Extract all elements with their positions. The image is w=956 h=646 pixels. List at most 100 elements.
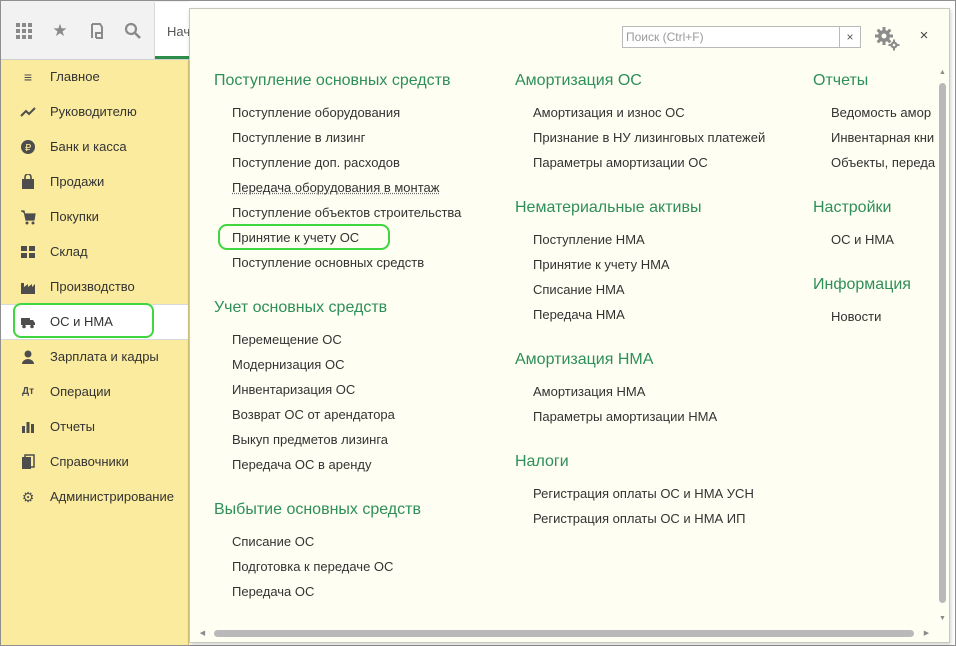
link-payment-registration-ip[interactable]: Регистрация оплаты ОС и НМА ИП	[533, 511, 746, 526]
vertical-scrollbar[interactable]: ▲ ▼	[938, 67, 947, 627]
link-construction-receipt[interactable]: Поступление объектов строительства	[232, 205, 461, 220]
books-icon	[20, 454, 36, 470]
link-equipment-receipt[interactable]: Поступление оборудования	[232, 105, 400, 120]
link-leasing-buyout[interactable]: Выкуп предметов лизинга	[232, 432, 388, 447]
sidebar-item-label: Отчеты	[50, 419, 95, 434]
section-title-os-receipt: Поступление основных средств	[214, 72, 451, 89]
sidebar-item-warehouse[interactable]: Склад	[1, 235, 188, 269]
sidebar-item-label: Производство	[50, 279, 135, 294]
search-input[interactable]	[623, 27, 836, 47]
link-additional-expenses[interactable]: Поступление доп. расходов	[232, 155, 400, 170]
link-news[interactable]: Новости	[831, 309, 881, 324]
sidebar-item-label: Склад	[50, 244, 88, 259]
link-os-modernization[interactable]: Модернизация ОС	[232, 357, 344, 372]
section-menu-panel: × × Поступление основных средств Поступл…	[189, 8, 950, 643]
apps-grid-icon[interactable]	[14, 21, 34, 41]
section-title-os-depreciation: Амортизация ОС	[515, 72, 642, 89]
settings-gear-icon[interactable]	[873, 25, 901, 51]
sidebar-item-label: Зарплата и кадры	[50, 349, 159, 364]
link-nma-transfer[interactable]: Передача НМА	[533, 307, 625, 322]
section-title-taxes: Налоги	[515, 453, 569, 470]
person-icon	[20, 349, 36, 365]
section-title-intangibles: Нематериальные активы	[515, 199, 702, 216]
trend-icon	[20, 104, 36, 120]
link-nma-depreciation[interactable]: Амортизация НМА	[533, 384, 645, 399]
sidebar-item-label: Главное	[50, 69, 100, 84]
search-icon[interactable]	[123, 21, 143, 41]
link-os-receipt[interactable]: Поступление основных средств	[232, 255, 424, 270]
shopping-cart-icon	[20, 209, 36, 225]
tab-home[interactable]: Нача	[154, 2, 197, 59]
favorites-star-icon[interactable]: ★	[50, 21, 70, 41]
sidebar-item-production[interactable]: Производство	[1, 270, 188, 304]
warehouse-icon	[20, 244, 36, 260]
sidebar-item-references[interactable]: Справочники	[1, 445, 188, 479]
section-title-nma-depreciation: Амортизация НМА	[515, 351, 654, 368]
sidebar-item-purchases[interactable]: Покупки	[1, 200, 188, 234]
highlight-os-acceptance	[218, 224, 390, 250]
link-payment-registration-usn[interactable]: Регистрация оплаты ОС и НМА УСН	[533, 486, 754, 501]
factory-icon	[20, 279, 36, 295]
horizontal-scrollbar-thumb[interactable]	[214, 630, 914, 637]
link-depreciation-statement[interactable]: Ведомость амор	[831, 105, 931, 120]
sidebar-item-label: Руководителю	[50, 104, 137, 119]
sidebar-item-label: Продажи	[50, 174, 105, 189]
sidebar-item-salary[interactable]: Зарплата и кадры	[1, 340, 188, 374]
history-icon[interactable]	[87, 21, 107, 41]
sidebar-item-label: Администрирование	[50, 489, 174, 504]
link-os-inventory[interactable]: Инвентаризация ОС	[232, 382, 355, 397]
sidebar-item-label: Покупки	[50, 209, 99, 224]
link-os-transfer[interactable]: Перемещение ОС	[232, 332, 342, 347]
sidebar-item-sales[interactable]: Продажи	[1, 165, 188, 199]
link-leasing-receipt[interactable]: Поступление в лизинг	[232, 130, 365, 145]
sidebar-item-reports[interactable]: Отчеты	[1, 410, 188, 444]
close-icon[interactable]: ×	[916, 28, 932, 44]
link-os-nma-settings[interactable]: ОС и НМА	[831, 232, 894, 247]
link-leasing-payments-recognition[interactable]: Признание в НУ лизинговых платежей	[533, 130, 765, 145]
sidebar-item-label: Операции	[50, 384, 111, 399]
debit-credit-icon: Дт	[21, 386, 35, 397]
ruble-coin-icon: ₽	[20, 139, 36, 155]
sidebar-item-main[interactable]: ≡ Главное	[1, 60, 188, 94]
scroll-left-arrow-icon[interactable]: ◀	[198, 629, 207, 638]
link-nma-writeoff[interactable]: Списание НМА	[533, 282, 625, 297]
section-title-os-accounting: Учет основных средств	[214, 299, 388, 316]
link-nma-acceptance[interactable]: Принятие к учету НМА	[533, 257, 670, 272]
sidebar-item-director[interactable]: Руководителю	[1, 95, 188, 129]
link-os-writeoff[interactable]: Списание ОС	[232, 534, 314, 549]
search-clear-button[interactable]: ×	[839, 26, 861, 48]
scroll-right-arrow-icon[interactable]: ▶	[922, 629, 931, 638]
section-title-information: Информация	[813, 276, 911, 293]
link-equipment-mounting[interactable]: Передача оборудования в монтаж	[232, 180, 439, 195]
sidebar-item-bank[interactable]: ₽ Банк и касса	[1, 130, 188, 164]
sidebar: ≡ Главное Руководителю ₽ Банк и касса Пр…	[1, 60, 189, 645]
link-os-return-lessee[interactable]: Возврат ОС от арендатора	[232, 407, 395, 422]
sidebar-item-operations[interactable]: Дт Операции	[1, 375, 188, 409]
column-3-clip: Отчеты Ведомость амор Инвентарная кни Об…	[810, 64, 936, 364]
section-title-os-disposal: Выбытие основных средств	[214, 501, 421, 518]
link-os-depreciation-wear[interactable]: Амортизация и износ ОС	[533, 105, 685, 120]
scroll-down-arrow-icon[interactable]: ▼	[938, 615, 947, 623]
svg-text:₽: ₽	[25, 143, 32, 154]
sidebar-item-administration[interactable]: ⚙ Администрирование	[1, 480, 188, 514]
link-os-depreciation-params[interactable]: Параметры амортизации ОС	[533, 155, 708, 170]
shopping-bag-icon	[20, 173, 36, 190]
link-os-prepare-transfer[interactable]: Подготовка к передаче ОС	[232, 559, 393, 574]
link-nma-receipt[interactable]: Поступление НМА	[533, 232, 645, 247]
scroll-up-arrow-icon[interactable]: ▲	[938, 69, 947, 77]
vertical-scrollbar-thumb[interactable]	[939, 83, 946, 603]
link-inventory-book[interactable]: Инвентарная кни	[831, 130, 934, 145]
link-os-handover[interactable]: Передача ОС	[232, 584, 314, 599]
highlight-sidebar-item	[13, 303, 154, 338]
link-os-lease-out[interactable]: Передача ОС в аренду	[232, 457, 371, 472]
link-transferred-objects[interactable]: Объекты, переда	[831, 155, 935, 170]
section-title-reports: Отчеты	[813, 72, 869, 89]
search-box	[622, 26, 840, 48]
top-toolbar: ★ Нача	[1, 1, 197, 60]
link-nma-depreciation-params[interactable]: Параметры амортизации НМА	[533, 409, 717, 424]
gear-icon: ⚙	[21, 489, 35, 505]
sidebar-item-label: Справочники	[50, 454, 129, 469]
horizontal-scrollbar[interactable]: ◀ ▶	[198, 629, 938, 638]
menu-lines-icon: ≡	[23, 69, 33, 85]
bar-chart-icon	[20, 419, 36, 435]
